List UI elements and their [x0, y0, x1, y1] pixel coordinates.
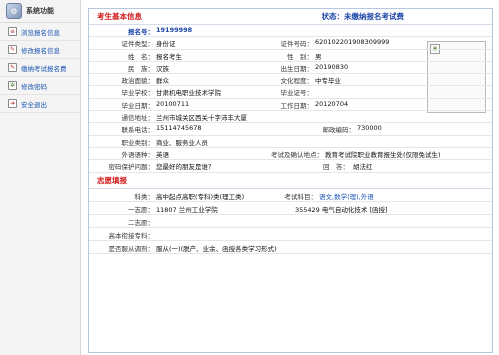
adjust-label: 是否服从调剂： [108, 244, 155, 253]
system-icon: ⚙ [6, 3, 22, 19]
phone-value: 15114745678 [156, 124, 202, 133]
name-value: 报名考生 [156, 52, 182, 61]
first-choice-label: 一志愿： [128, 205, 154, 214]
adjust-value: 服从(一)(脱产、业余、函授各类学习形式) [156, 244, 277, 253]
subjects-value: 语文,数学(理),外语 [319, 192, 374, 201]
postcode-value: 730000 [357, 124, 382, 133]
id-type-label: 证件类型： [121, 40, 155, 49]
row-address: 通信地址： 兰州市城关区西关十字沛丰大厦 [89, 111, 492, 124]
work-date-label: 工作日期： [280, 101, 314, 110]
sidebar-item-label: 修改报名信息 [21, 46, 60, 55]
row-ethnic: 民 族： 汉族 出生日期： 20190830 [89, 62, 492, 75]
gender-value: 男 [315, 52, 322, 61]
question-value: 您最好的朋友是谁？ [156, 163, 215, 172]
grad-date-value: 20100711 [156, 99, 190, 108]
birth-value: 20190830 [315, 62, 349, 71]
occupation-value: 商业、服务业人员 [156, 138, 208, 147]
sidebar-item-change-password[interactable]: ✲ 修改密码 [0, 77, 80, 95]
politic-label: 政治面貌： [121, 77, 155, 86]
school-label: 毕业学校： [121, 89, 155, 98]
sidebar-item-label: 安全退出 [21, 100, 47, 109]
grad-date-label: 毕业日期： [121, 101, 155, 110]
id-no-label: 证件号码： [280, 40, 314, 49]
logout-icon: ➜ [8, 99, 17, 108]
row-politic: 政治面貌： 群众 文化程度： 中专毕业 [89, 74, 492, 87]
apply-header: 志愿填报 [89, 173, 492, 189]
apply-title: 志愿填报 [97, 175, 127, 185]
ethnic-label: 民 族： [128, 64, 154, 73]
ethnic-value: 汉族 [156, 64, 169, 73]
row-category: 科类： 高中起点高职(专科)类(理工类) 考试科目： 语文,数学(理),外语 [89, 189, 492, 202]
sidebar-header: ⚙ 系统功能 [0, 0, 80, 23]
status-text: 状态：未缴纳报名考试费 [321, 12, 405, 21]
sidebar-item-label: 缴纳考试报名费 [21, 64, 67, 73]
row-adjust: 是否服从调剂： 服从(一)(脱产、业余、函授各类学习形式) [89, 241, 492, 254]
row-dates: 毕业日期： 20100711 工作日期： 20120704 [89, 99, 492, 112]
edit-icon: ✎ [8, 45, 17, 54]
sidebar-item-label: 浏览报名信息 [21, 28, 60, 37]
sidebar: ⚙ 系统功能 ≡ 浏览报名信息 ✎ 修改报名信息 ✎ 缴纳考试报名费 ✲ 修改密… [0, 0, 81, 355]
row-undergrad: 高本衔接专科： [89, 228, 492, 241]
row-school: 毕业学校： 甘肃机电职业技术学院 毕业证号： [89, 86, 492, 99]
document-icon: ≡ [8, 27, 17, 36]
row-reg-no: 报名号： 19199998 [89, 25, 492, 38]
first-choice-major: 355429 电气自动化技术 [函授] [295, 205, 388, 214]
edu-value: 中专毕业 [315, 77, 341, 86]
sidebar-item-edit-info[interactable]: ✎ 修改报名信息 [0, 41, 80, 59]
key-icon: ✲ [8, 81, 17, 90]
sidebar-item-label: 修改密码 [21, 82, 47, 91]
category-value: 高中起点高职(专科)类(理工类) [156, 192, 245, 201]
row-occupation: 职业类别： 商业、服务业人员 [89, 136, 492, 148]
first-choice-school: 11807 兰州工业学院 [156, 205, 218, 214]
answer-value: 胡法红 [353, 163, 373, 172]
sidebar-item-logout[interactable]: ➜ 安全退出 [0, 95, 80, 113]
reg-no-label: 报名号： [128, 28, 154, 36]
school-value: 甘肃机电职业技术学院 [156, 89, 221, 98]
exam-site-label: 考试及确认地点： [271, 150, 323, 159]
row-name: 姓 名： 报名考生 性 别： 男 [89, 50, 492, 62]
cert-label: 毕业证号： [280, 89, 314, 98]
language-label: 外语语种： [121, 150, 155, 159]
gender-label: 性 别： [287, 52, 313, 61]
postcode-label: 邮政编码： [322, 126, 356, 135]
politic-value: 群众 [156, 77, 169, 86]
undergrad-label: 高本衔接专科： [108, 231, 155, 240]
row-phone: 联系电话： 15114745678 邮政编码： 730000 [89, 123, 492, 136]
address-value: 兰州市城关区西关十字沛丰大厦 [156, 114, 247, 123]
payment-icon: ✎ [8, 63, 17, 72]
row-language: 外语语种： 英语 考试及确认地点： 教育考试院职业教育报生处(仅限免试生) [89, 148, 492, 161]
second-choice-label: 二志愿： [128, 218, 154, 227]
name-label: 姓 名： [128, 52, 154, 61]
phone-label: 联系电话： [121, 126, 155, 135]
row-second-choice: 二志愿： [89, 215, 492, 228]
work-date-value: 20120704 [315, 99, 349, 108]
birth-label: 出生日期： [280, 64, 314, 73]
exam-site-value: 教育考试院职业教育报生处(仅限免试生) [325, 150, 441, 159]
subjects-label: 考试科目： [284, 192, 318, 201]
basic-info-header: 考生基本信息 状态：未缴纳报名考试费 [89, 9, 492, 25]
id-type-value: 身份证 [156, 40, 176, 49]
address-label: 通信地址： [121, 114, 155, 123]
sidebar-item-view-info[interactable]: ≡ 浏览报名信息 [0, 23, 80, 41]
basic-info-title: 考生基本信息 [97, 12, 142, 21]
answer-label: 回 答： [323, 163, 349, 172]
occupation-label: 职业类别： [121, 138, 155, 147]
sidebar-item-pay-fee[interactable]: ✎ 缴纳考试报名费 [0, 59, 80, 77]
row-id: 证件类型： 身份证 证件号码： 620102201908309999 [89, 37, 492, 50]
category-label: 科类： [134, 192, 155, 201]
sidebar-title: 系统功能 [26, 7, 54, 15]
main-panel: 考生基本信息 状态：未缴纳报名考试费 ▣ 报名号： 19199998 证件类型：… [88, 8, 493, 353]
edu-label: 文化程度： [280, 77, 314, 86]
row-first-choice: 一志愿： 11807 兰州工业学院 355429 电气自动化技术 [函授] [89, 202, 492, 215]
id-no-value: 620102201908309999 [315, 38, 390, 47]
question-label: 密码保护问题： [108, 163, 155, 172]
reg-no-value: 19199998 [156, 26, 193, 34]
language-value: 英语 [156, 150, 169, 159]
row-security: 密码保护问题： 您最好的朋友是谁？ 回 答： 胡法红 [89, 160, 492, 173]
